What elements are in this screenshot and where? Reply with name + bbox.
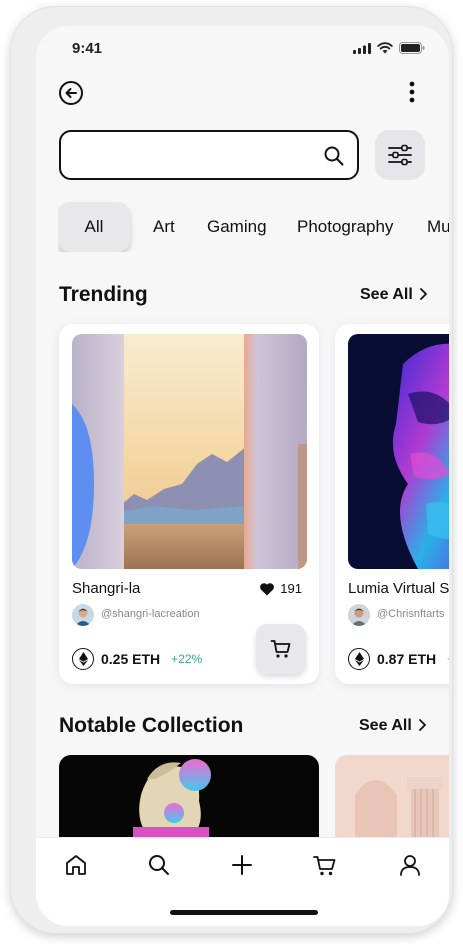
see-all-label: See All: [359, 717, 412, 734]
trending-title: Trending: [59, 283, 148, 306]
see-all-label: See All: [360, 286, 413, 303]
trending-card[interactable]: Lumia Virtual S @Chrisnftarts 0.87 ETH: [335, 324, 449, 684]
filter-button[interactable]: [375, 130, 425, 180]
heart-icon: [260, 582, 275, 595]
nft-title: Lumia Virtual S: [348, 580, 449, 597]
add-to-cart-button[interactable]: [256, 624, 306, 674]
plus-icon[interactable]: [229, 852, 255, 878]
trending-card[interactable]: Shangri-la 191 @shangri-lacreation 0.25 …: [59, 324, 319, 684]
status-bar: 9:41: [36, 26, 449, 70]
bottom-tab-bar: [36, 837, 449, 926]
battery-icon: [399, 42, 425, 54]
home-indicator: [170, 910, 318, 915]
chevron-right-icon: [418, 719, 426, 731]
chip-gaming[interactable]: Gaming: [207, 202, 267, 252]
search-input[interactable]: [73, 142, 313, 168]
home-icon[interactable]: [63, 852, 89, 878]
notable-see-all-link[interactable]: See All: [359, 717, 426, 735]
search-icon[interactable]: [323, 145, 345, 167]
more-vertical-icon[interactable]: [402, 80, 422, 106]
nft-image: [72, 334, 307, 569]
user-icon[interactable]: [397, 852, 423, 878]
price: 0.25 ETH +22%: [72, 648, 202, 670]
price: 0.87 ETH +: [348, 648, 449, 670]
search-icon[interactable]: [146, 852, 172, 878]
chip-all[interactable]: All: [58, 202, 130, 252]
like-count-value: 191: [280, 581, 302, 596]
chevron-right-icon: [419, 288, 427, 300]
wifi-icon: [377, 42, 393, 54]
like-count[interactable]: 191: [259, 581, 302, 596]
trending-see-all-link[interactable]: See All: [360, 286, 427, 304]
price-change: +: [447, 652, 449, 666]
chip-art[interactable]: Art: [153, 202, 175, 252]
creator-avatar[interactable]: [348, 604, 370, 626]
filter-icon: [388, 144, 412, 166]
price-value: 0.87 ETH: [377, 651, 437, 667]
status-icons: [353, 42, 425, 54]
notable-title: Notable Collection: [59, 714, 244, 737]
app-screen: 9:41 All Art Gaming Photography Mu Trend…: [36, 26, 449, 926]
creator-avatar[interactable]: [72, 604, 94, 626]
ethereum-icon: [348, 648, 370, 670]
cart-icon: [270, 640, 291, 658]
search-box[interactable]: [59, 130, 359, 180]
signal-icon: [353, 42, 371, 54]
cart-icon[interactable]: [312, 852, 338, 878]
creator-handle[interactable]: @shangri-lacreation: [101, 608, 200, 620]
nft-image: [348, 334, 449, 569]
device-frame: 9:41 All Art Gaming Photography Mu Trend…: [10, 6, 453, 934]
chip-music[interactable]: Mu: [427, 202, 449, 252]
status-time: 9:41: [72, 40, 103, 57]
creator-handle[interactable]: @Chrisnftarts: [377, 608, 444, 620]
category-chips: All Art Gaming Photography Mu: [58, 202, 449, 252]
nft-title: Shangri-la: [72, 580, 141, 597]
price-value: 0.25 ETH: [101, 651, 161, 667]
back-arrow-icon[interactable]: [58, 80, 84, 106]
price-change: +22%: [171, 652, 203, 666]
ethereum-icon: [72, 648, 94, 670]
chip-photography[interactable]: Photography: [297, 202, 393, 252]
